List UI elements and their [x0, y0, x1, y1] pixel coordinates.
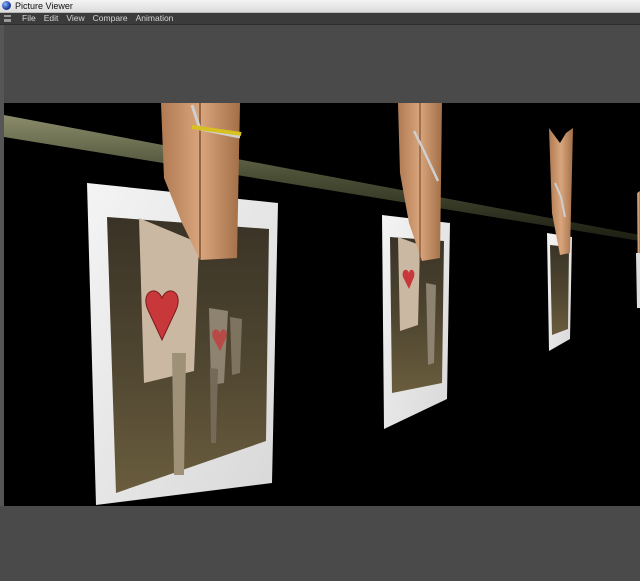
title-bar: Picture Viewer — [0, 0, 640, 13]
polaroid-photo-edge — [636, 191, 640, 308]
menu-file[interactable]: File — [18, 13, 40, 24]
app-orb-icon — [2, 1, 11, 10]
menu-animation[interactable]: Animation — [132, 13, 178, 24]
rendered-image — [4, 103, 640, 505]
menu-grip-icon[interactable] — [4, 15, 11, 22]
polaroid-photo-front — [87, 183, 278, 505]
viewer-top-margin — [0, 25, 640, 103]
image-viewport[interactable] — [4, 103, 640, 506]
menu-bar: File Edit View Compare Animation — [0, 13, 640, 25]
menu-items: File Edit View Compare Animation — [18, 13, 177, 24]
menu-edit[interactable]: Edit — [40, 13, 63, 24]
menu-view[interactable]: View — [62, 13, 88, 24]
menu-compare[interactable]: Compare — [89, 13, 132, 24]
viewer-bottom-margin — [0, 506, 640, 581]
window-title: Picture Viewer — [15, 1, 73, 11]
